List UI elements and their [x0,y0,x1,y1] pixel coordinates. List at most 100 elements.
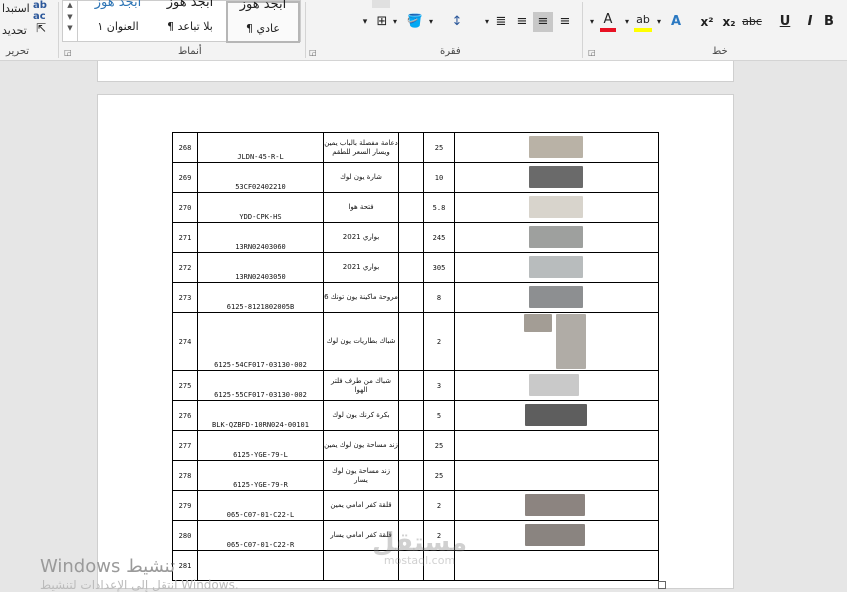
row-number[interactable]: 281 [172,550,198,581]
part-description[interactable]: قلقة كفر امامي يمين [323,490,399,521]
align-center-icon[interactable]: ≡ [533,12,553,32]
text-effects-button[interactable]: A [668,12,684,32]
part-photo[interactable] [529,374,579,396]
part-image-cell[interactable] [454,490,659,521]
part-image-cell[interactable] [454,282,659,313]
part-code[interactable]: 13RN02403050 [197,252,324,283]
row-number[interactable]: 276 [172,400,198,431]
style-normal[interactable]: أبجد هوز ¶ عادي [226,0,300,43]
justify-icon[interactable]: ≣ [492,12,510,32]
row-number[interactable]: 280 [172,520,198,551]
part-image-cell[interactable] [454,312,659,371]
row-number[interactable]: 275 [172,370,198,401]
table-resize-handle[interactable] [658,581,666,589]
part-quantity[interactable]: 245 [423,222,455,253]
part-image-cell[interactable] [454,370,659,401]
blank-cell[interactable] [398,192,424,223]
part-image-cell[interactable] [454,222,659,253]
underline-button[interactable]: U [778,12,792,32]
part-code[interactable]: 065-C07-01-C22-L [197,490,324,521]
row-number[interactable]: 274 [172,312,198,371]
part-quantity[interactable]: 3 [423,370,455,401]
part-image-cell[interactable] [454,252,659,283]
part-photo[interactable] [529,166,583,188]
part-image-cell[interactable] [454,162,659,193]
part-code[interactable]: 53CF02402210 [197,162,324,193]
part-image-cell[interactable] [454,430,659,461]
chevron-down-icon[interactable]: ▼ [63,13,77,21]
part-image-cell[interactable] [454,520,659,551]
part-description[interactable]: بواري 2021 [323,222,399,253]
blank-cell[interactable] [398,400,424,431]
part-quantity[interactable]: 25 [423,132,455,163]
part-quantity[interactable]: 305 [423,252,455,283]
styles-launcher-icon[interactable]: ◲ [64,48,72,57]
row-number[interactable]: 272 [172,252,198,283]
part-quantity[interactable]: 8 [423,282,455,313]
bold-button[interactable]: B [822,12,836,32]
blank-cell[interactable] [398,162,424,193]
blank-cell[interactable] [398,370,424,401]
part-photo[interactable] [529,286,583,308]
highlight-button[interactable]: ab [634,10,652,32]
part-description[interactable]: زند مساحة يون لوك يمين [323,430,399,461]
sort-icon[interactable]: ▾ [358,12,372,32]
blank-cell[interactable] [398,312,424,371]
part-quantity[interactable]: 2 [423,490,455,521]
chevron-down-icon[interactable]: ▾ [623,12,631,32]
borders-icon[interactable]: ⊞ [374,12,390,32]
blank-cell[interactable] [398,282,424,313]
part-code[interactable]: 6125-YGE-79-R [197,460,324,491]
row-number[interactable]: 271 [172,222,198,253]
gallery-scroll[interactable]: ▲ ▼ ▼ [63,1,78,41]
font-color-button[interactable]: A [600,10,616,32]
replace-button[interactable]: استبدا [2,2,30,15]
blank-cell[interactable] [398,252,424,283]
line-spacing-icon[interactable]: ↕ [448,12,466,32]
blank-cell[interactable] [398,490,424,521]
chevron-down-icon[interactable]: ▾ [588,12,596,32]
part-photo[interactable] [525,494,585,516]
row-number[interactable]: 268 [172,132,198,163]
style-no-spacing[interactable]: أبجد هوز ¶ بلا تباعد [155,0,225,39]
part-description[interactable]: بواري 2021 [323,252,399,283]
select-icon[interactable]: ⇱ [36,21,46,35]
part-quantity[interactable]: 25 [423,430,455,461]
part-code[interactable]: 13RN02403060 [197,222,324,253]
part-image-cell[interactable] [454,192,659,223]
part-photo[interactable] [529,136,583,158]
part-description[interactable]: شباك من طرف فلتر الهوا [323,370,399,401]
select-button[interactable]: تحديد [2,24,27,37]
part-description[interactable]: مروحة ماكينة يون تونك 6 [323,282,399,313]
align-right-icon[interactable]: ≡ [556,12,574,32]
paragraph-launcher-icon[interactable]: ◲ [309,48,317,57]
blank-cell[interactable] [398,460,424,491]
blank-cell[interactable] [398,132,424,163]
strikethrough-button[interactable]: abc [742,12,762,32]
part-description[interactable]: زند مساحة يون لوك يسار [323,460,399,491]
part-photo[interactable] [529,226,583,248]
part-quantity[interactable]: 25 [423,460,455,491]
part-description[interactable]: دعامة مفصلة بالباب يمين ويسار السعر للطق… [323,132,399,163]
part-code[interactable]: JLDN-45-R-L [197,132,324,163]
italic-button[interactable]: I [803,12,817,32]
row-number[interactable]: 273 [172,282,198,313]
part-photo[interactable] [525,404,587,426]
more-icon[interactable]: ▼ [63,24,77,32]
chevron-down-icon[interactable]: ▾ [655,12,663,32]
row-number[interactable]: 279 [172,490,198,521]
part-image-cell[interactable] [454,460,659,491]
blank-cell[interactable] [398,430,424,461]
chevron-up-icon[interactable]: ▲ [63,1,77,9]
part-description[interactable]: بكرة كرنك يون لوك [323,400,399,431]
part-code[interactable]: 6125-55CF017-03130-002 [197,370,324,401]
chevron-down-icon[interactable]: ▾ [391,12,399,32]
part-photo[interactable] [529,256,583,278]
blank-cell[interactable] [398,222,424,253]
part-quantity[interactable]: 10 [423,162,455,193]
row-number[interactable]: 278 [172,460,198,491]
row-number[interactable]: 277 [172,430,198,461]
part-image-cell[interactable] [454,400,659,431]
part-code[interactable]: 6125-YGE-79-L [197,430,324,461]
part-photo[interactable] [525,524,585,546]
